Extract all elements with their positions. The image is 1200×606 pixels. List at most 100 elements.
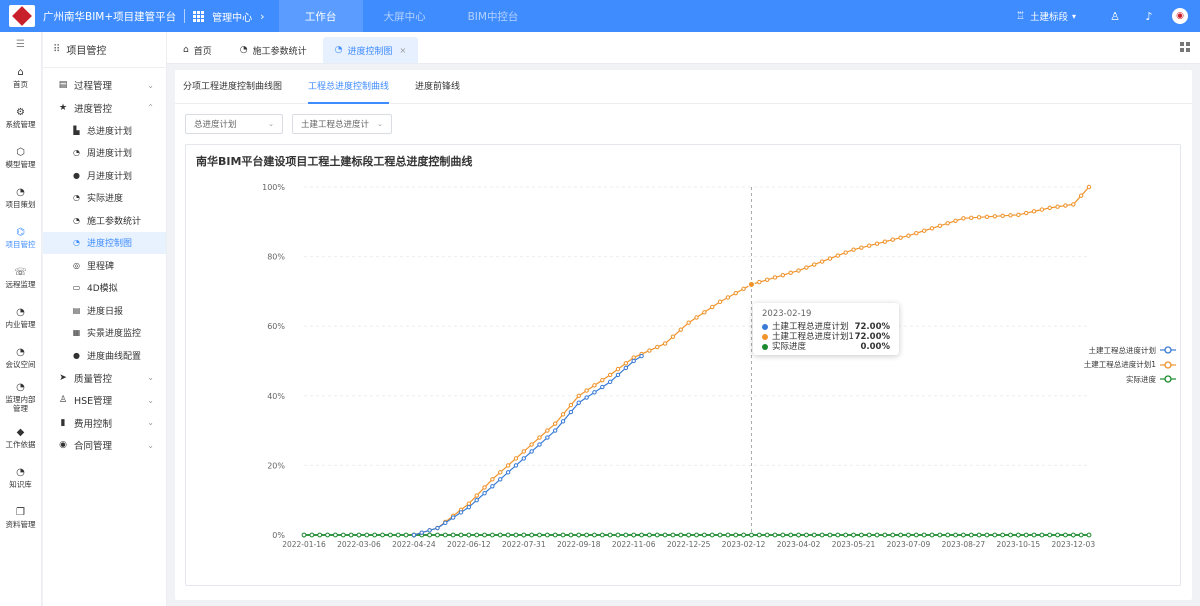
- rail-item[interactable]: ⚙ 系统管理: [0, 98, 41, 138]
- menu-group[interactable]: ▤ 过程管理 ⌄: [43, 74, 166, 97]
- data-point: [796, 532, 801, 538]
- avatar[interactable]: ◉: [1172, 8, 1188, 24]
- menu-item[interactable]: ◔ 实际进度: [43, 187, 166, 210]
- section-selector[interactable]: ♖ 土建标段 ▾: [1016, 9, 1076, 24]
- chevron-down-icon: ⌄: [268, 120, 274, 128]
- menu-item[interactable]: ◎ 里程碑: [43, 254, 166, 277]
- series-0[interactable]: [411, 353, 644, 538]
- series-select[interactable]: 土建工程总进度计 ⌄: [292, 114, 392, 134]
- rail-item[interactable]: ◔ 项目策划: [0, 178, 41, 218]
- page-tab-label: 进度控制图: [347, 46, 393, 57]
- menu-item[interactable]: ◔ 进度控制图: [43, 231, 166, 254]
- data-point: [529, 532, 535, 538]
- data-point: [497, 532, 503, 538]
- chart-subtab[interactable]: 工程总进度控制曲线: [308, 70, 390, 104]
- data-point: [340, 532, 346, 538]
- data-point: [615, 532, 621, 538]
- data-point: [913, 532, 919, 538]
- data-point: [513, 463, 519, 468]
- data-point: [537, 532, 542, 538]
- menu-group-label: HSE管理: [74, 396, 113, 408]
- data-point: [568, 532, 574, 538]
- apps-grid-icon[interactable]: [193, 10, 205, 22]
- menu-item[interactable]: ▭ 4D模拟: [43, 277, 166, 300]
- rail-item[interactable]: ⬡ 模型管理: [0, 138, 41, 178]
- stats-icon: ◔: [239, 45, 248, 55]
- rail-item[interactable]: ◔ 监理内部 管理: [0, 378, 41, 418]
- data-point: [1047, 205, 1052, 211]
- top-nav-item[interactable]: 工作台: [278, 0, 363, 32]
- data-point: [545, 435, 550, 440]
- data-point: [584, 395, 589, 400]
- data-point: [1055, 532, 1060, 538]
- data-point: [513, 456, 519, 461]
- rail-item-label: 系统管理: [5, 119, 36, 129]
- chevron-right-icon[interactable]: ›: [260, 10, 264, 23]
- progress-line-chart[interactable]: 0% 20% 40% 60% 80% 100% 2022-01-16 2022-03-06 20…: [186, 145, 1182, 587]
- menu-item[interactable]: ▤ 进度日报: [43, 299, 166, 322]
- rail-item[interactable]: ◔ 会议空间: [0, 338, 41, 378]
- menu-item[interactable]: ● 月进度计划: [43, 164, 166, 187]
- menu-group[interactable]: ➤ 质量管控 ⌄: [43, 367, 166, 390]
- rail-item[interactable]: ⌬ 项目管控: [0, 218, 41, 258]
- legend-item[interactable]: 实际进度: [1084, 372, 1176, 387]
- rail-item[interactable]: ◆ 工作依据: [0, 418, 41, 458]
- x-tick-label: 2023-10-15: [997, 540, 1041, 549]
- tooltip-row: 土建工程总进度计划 72.00%: [762, 322, 890, 332]
- x-tick-label: 2023-07-09: [887, 540, 931, 549]
- basis-icon: ◆: [16, 426, 25, 438]
- data-point: [992, 214, 997, 219]
- company-logo[interactable]: [9, 5, 35, 27]
- menu-group[interactable]: ♙ HSE管理 ⌄: [43, 389, 166, 412]
- menu-item[interactable]: ◔ 施工参数统计: [43, 209, 166, 232]
- collapse-menu-icon[interactable]: ☰: [0, 32, 41, 58]
- rail-item[interactable]: ☏ 远程监理: [0, 258, 41, 298]
- menu-item[interactable]: ▦ 实景进度监控: [43, 322, 166, 345]
- legend-item[interactable]: 土建工程总进度计划1: [1084, 358, 1176, 373]
- menu-group[interactable]: ◉ 合同管理 ⌄: [43, 434, 166, 457]
- user-group-icon[interactable]: ♙: [1098, 10, 1132, 23]
- chart-panel: 南华BIM平台建设项目工程土建标段工程总进度控制曲线 0% 20% 40% 60% 80…: [185, 144, 1181, 586]
- page-tab[interactable]: ◔ 施工参数统计: [228, 37, 319, 63]
- data-point: [678, 327, 683, 332]
- rail-item[interactable]: ◔ 内业管理: [0, 298, 41, 338]
- menu-group[interactable]: ▮ 费用控制 ⌄: [43, 412, 166, 435]
- menu-group[interactable]: ★ 进度管控 ⌃: [43, 97, 166, 120]
- rail-item[interactable]: ❐ 资料管理: [0, 498, 41, 538]
- top-nav-item[interactable]: 大屏中心: [363, 0, 447, 32]
- close-icon[interactable]: ×: [399, 46, 406, 55]
- bell-icon[interactable]: ♪: [1132, 10, 1166, 23]
- rail-item-label: 远程监理: [5, 279, 36, 289]
- rail-item-label: 监理内部: [5, 395, 36, 404]
- data-point: [1078, 532, 1084, 538]
- data-point: [600, 384, 605, 390]
- data-point: [600, 377, 605, 383]
- legend-item[interactable]: 土建工程总进度计划: [1084, 343, 1176, 358]
- data-point: [537, 442, 542, 447]
- y-tick-label: 80%: [267, 253, 285, 262]
- chart-subtab[interactable]: 进度前锋线: [415, 70, 460, 104]
- rail-item[interactable]: ⌂ 首页: [0, 58, 41, 98]
- data-point: [670, 532, 676, 538]
- layout-grid-icon[interactable]: [1180, 42, 1190, 52]
- chart-subtab[interactable]: 分项工程进度控制曲线图: [183, 70, 282, 104]
- data-point: [325, 532, 330, 538]
- menu-item-label: 进度控制图: [87, 239, 133, 250]
- menu-item[interactable]: ◔ 周进度计划: [43, 142, 166, 165]
- data-point: [553, 428, 558, 433]
- series-dot: [762, 334, 768, 340]
- data-point: [678, 532, 684, 538]
- page-tab[interactable]: ⌂ 首页: [171, 37, 224, 63]
- menu-item[interactable]: ▙ 总进度计划: [43, 119, 166, 142]
- menu-item[interactable]: ● 进度曲线配置: [43, 344, 166, 367]
- data-point: [710, 304, 715, 310]
- rail-item[interactable]: ◔ 知识库: [0, 458, 41, 498]
- rail-item-label: 首页: [13, 79, 28, 89]
- page-tab[interactable]: ◔ 进度控制图 ×: [322, 37, 419, 63]
- data-point: [1071, 202, 1076, 207]
- data-point: [333, 532, 338, 538]
- module-switch[interactable]: 管理中心: [212, 9, 252, 24]
- plan-select[interactable]: 总进度计划 ⌄: [185, 114, 283, 134]
- top-nav-item[interactable]: BIM中控台: [447, 0, 540, 32]
- menu-item-label: 施工参数统计: [87, 216, 142, 227]
